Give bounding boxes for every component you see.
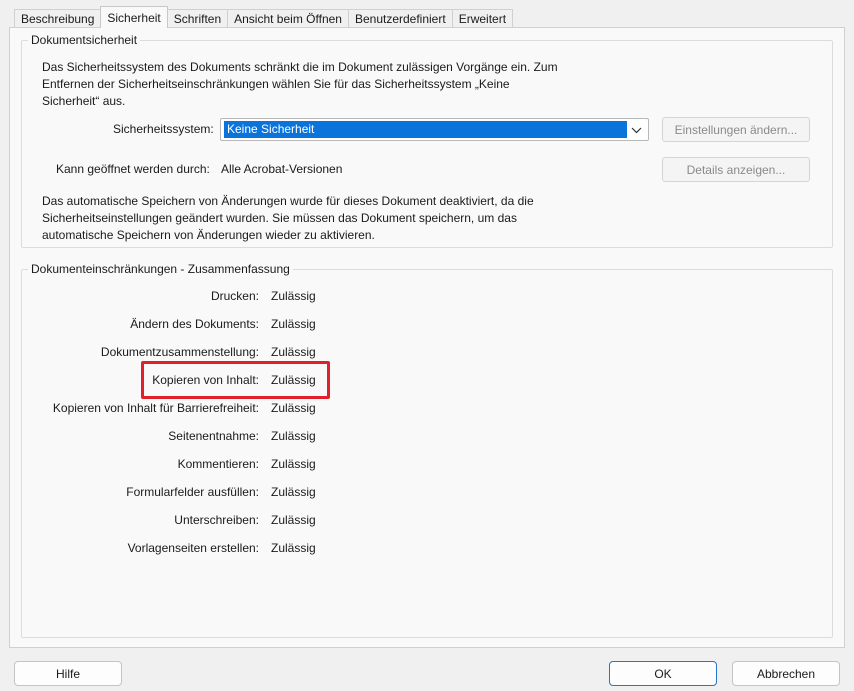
chevron-down-icon xyxy=(629,122,643,138)
ok-button[interactable]: OK xyxy=(609,661,717,686)
security-system-dropdown[interactable]: Keine Sicherheit xyxy=(220,118,649,141)
cancel-button[interactable]: Abbrechen xyxy=(732,661,840,686)
restriction-value: Zulässig xyxy=(271,401,316,415)
security-intro: Das Sicherheitssystem des Dokuments schr… xyxy=(42,60,558,108)
restriction-label: Unterschreiben: xyxy=(174,513,259,527)
restriction-value: Zulässig xyxy=(271,317,316,331)
security-group-title: Dokumentsicherheit xyxy=(28,33,141,47)
restriction-label: Drucken: xyxy=(210,289,259,303)
tab-erweitert[interactable]: Erweitert xyxy=(451,9,514,28)
tab-sicherheit[interactable]: Sicherheit xyxy=(100,6,168,28)
autosave-note: Das automatische Speichern von Änderunge… xyxy=(42,194,534,242)
tab-benutzerdefiniert[interactable]: Benutzerdefiniert xyxy=(347,9,453,28)
highlight-box xyxy=(141,361,330,399)
restriction-label: Ändern des Dokuments: xyxy=(130,317,259,331)
restriction-label: Formularfelder ausfüllen: xyxy=(126,485,259,499)
help-button[interactable]: Hilfe xyxy=(14,661,122,686)
restriction-value: Zulässig xyxy=(271,485,316,499)
restriction-value: Zulässig xyxy=(271,429,316,443)
restriction-label: Vorlagenseiten erstellen: xyxy=(127,541,259,555)
tab-schriften[interactable]: Schriften xyxy=(166,9,229,28)
security-system-value: Keine Sicherheit xyxy=(224,121,627,138)
settings-change-button[interactable]: Einstellungen ändern... xyxy=(662,117,810,142)
tab-ansicht-beim-oeffnen[interactable]: Ansicht beim Öffnen xyxy=(227,9,349,28)
restriction-value: Zulässig xyxy=(271,513,316,527)
restriction-value: Zulässig xyxy=(271,541,316,555)
tab-bar: Beschreibung Sicherheit Schriften Ansich… xyxy=(14,6,514,28)
security-system-label: Sicherheitssystem: xyxy=(113,122,214,136)
openable-by-value: Alle Acrobat-Versionen xyxy=(221,162,343,176)
restriction-value: Zulässig xyxy=(271,289,316,303)
restriction-label: Seitenentnahme: xyxy=(168,429,259,443)
restriction-value: Zulässig xyxy=(271,457,316,471)
details-button[interactable]: Details anzeigen... xyxy=(662,157,810,182)
restriction-label: Kommentieren: xyxy=(177,457,259,471)
tab-beschreibung[interactable]: Beschreibung xyxy=(14,9,102,28)
openable-by-label: Kann geöffnet werden durch: xyxy=(56,162,210,176)
restriction-label: Kopieren von Inhalt für Barrierefreiheit… xyxy=(52,401,259,415)
restriction-value: Zulässig xyxy=(271,345,316,359)
restriction-label: Dokumentzusammenstellung: xyxy=(100,345,259,359)
restrictions-group-title: Dokumenteinschränkungen - Zusammenfassun… xyxy=(28,262,293,276)
